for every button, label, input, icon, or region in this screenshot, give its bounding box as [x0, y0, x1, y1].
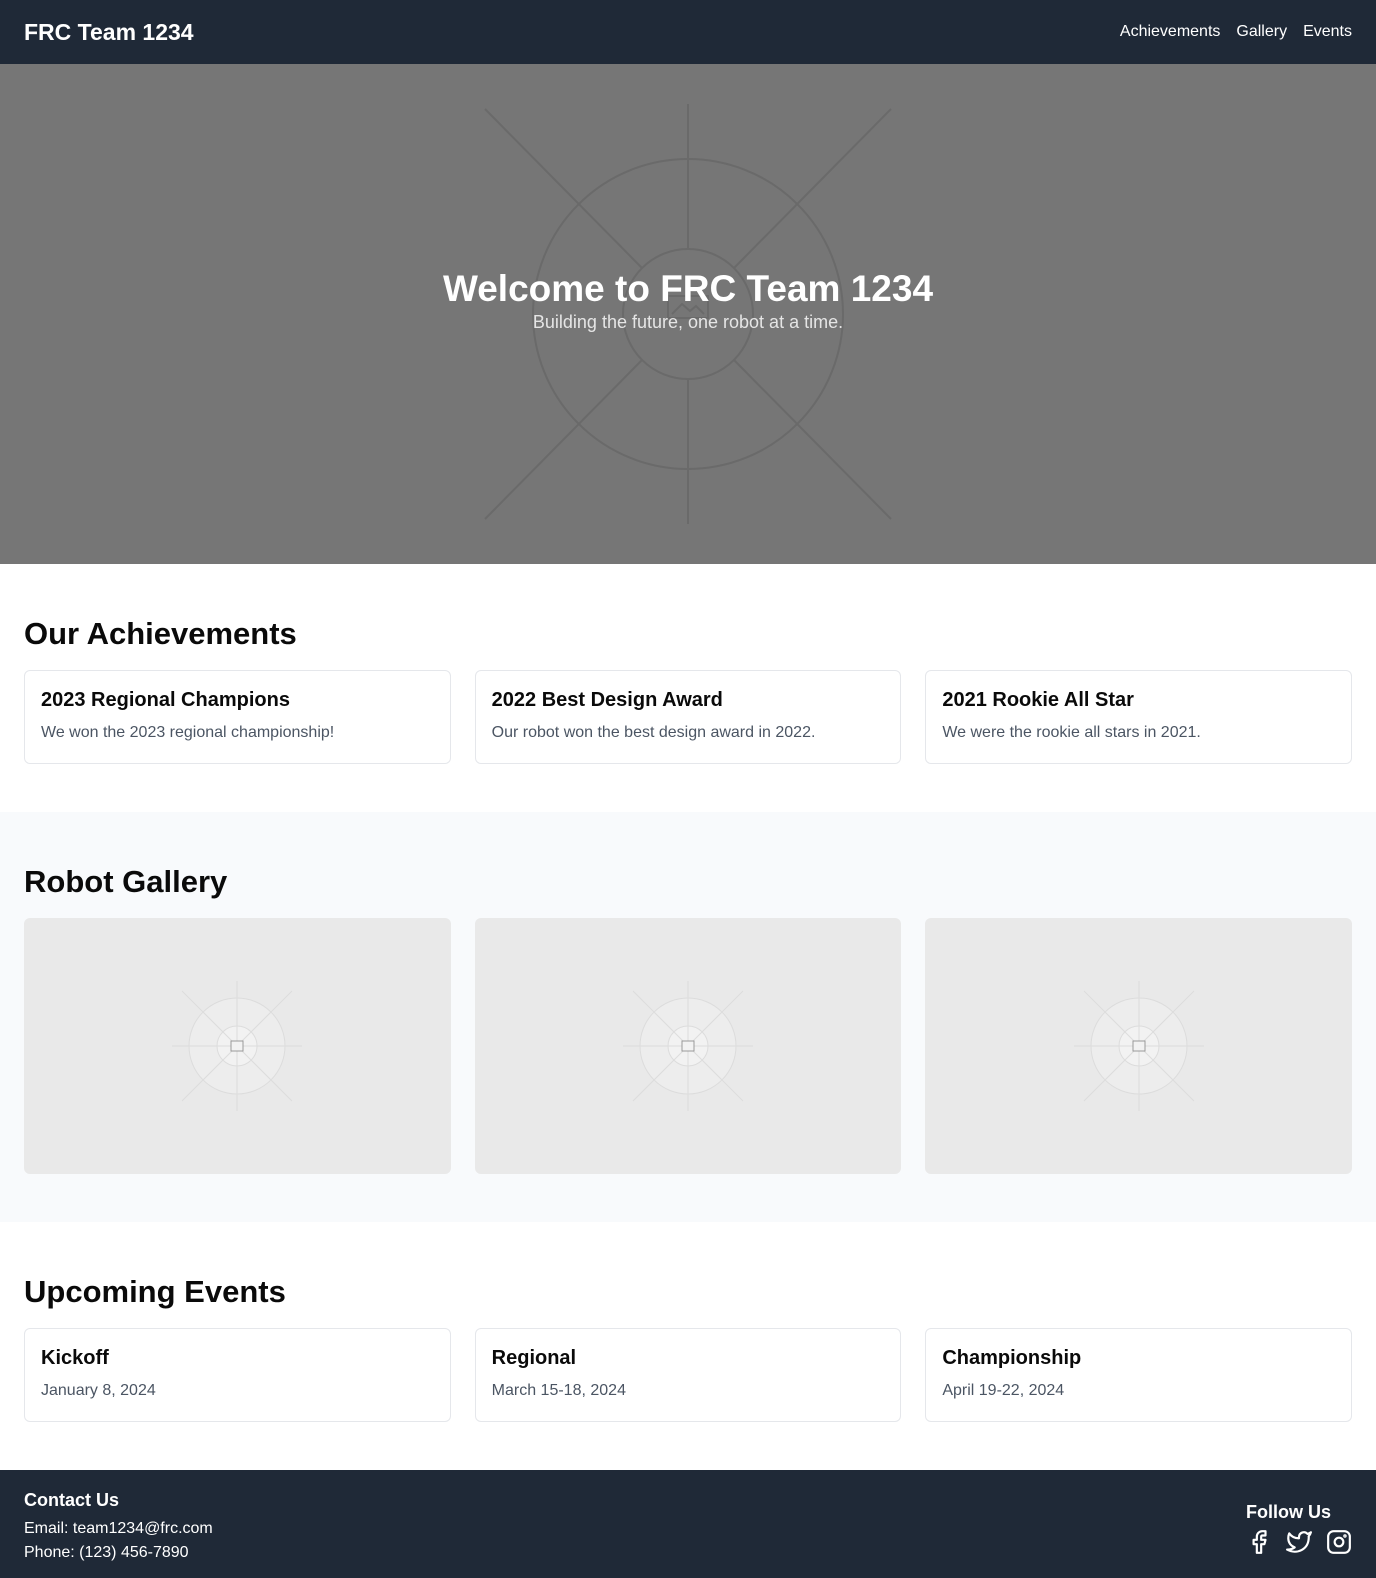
- card-text: We were the rookie all stars in 2021.: [942, 724, 1201, 741]
- event-card: Championship April 19-22, 2024: [925, 1328, 1352, 1422]
- section-heading: Robot Gallery: [24, 864, 228, 899]
- contact-heading: Contact Us: [24, 1490, 120, 1510]
- nav-link-achievements[interactable]: Achievements: [1120, 23, 1221, 41]
- twitter-icon[interactable]: [1286, 1529, 1312, 1555]
- event-date: April 19-22, 2024: [942, 1382, 1065, 1399]
- section-heading: Upcoming Events: [24, 1274, 286, 1309]
- card-text: Our robot won the best design award in 2…: [491, 724, 816, 741]
- event-card: Regional March 15-18, 2024: [474, 1328, 902, 1422]
- achievement-card: 2021 Rookie All Star We were the rookie a…: [925, 670, 1352, 764]
- contact-phone: Phone: (123) 456-7890: [24, 1544, 189, 1561]
- footer: Contact Us Email: team1234@frc.com Phone…: [0, 1470, 1376, 1578]
- card-text: We won the 2023 regional championship!: [41, 724, 335, 741]
- image-placeholder-icon: [1073, 981, 1204, 1111]
- hero-subtitle: Building the future, one robot at a time…: [532, 311, 844, 332]
- card-title: 2022 Best Design Award: [491, 689, 723, 711]
- gallery-image[interactable]: [925, 918, 1352, 1174]
- section-heading: Our Achievements: [24, 616, 297, 651]
- nav-link-gallery[interactable]: Gallery: [1236, 23, 1287, 41]
- events-section: Upcoming Events Kickoff January 8, 2024 R…: [0, 1222, 1376, 1470]
- card-title: 2021 Rookie All Star: [942, 689, 1134, 711]
- hero-banner: Welcome to FRC Team 1234 Building the fu…: [0, 64, 1376, 564]
- hero-title: Welcome to FRC Team 1234: [442, 267, 934, 309]
- event-title: Regional: [491, 1347, 577, 1369]
- nav-link-events[interactable]: Events: [1303, 23, 1352, 41]
- event-card: Kickoff January 8, 2024: [24, 1328, 451, 1422]
- gallery-image[interactable]: [24, 918, 451, 1174]
- event-date: January 8, 2024: [41, 1382, 156, 1399]
- gallery-section: Robot Gallery: [0, 812, 1376, 1222]
- brand-title[interactable]: FRC Team 1234: [24, 19, 194, 46]
- event-title: Kickoff: [41, 1347, 109, 1369]
- event-date: March 15-18, 2024: [491, 1382, 626, 1399]
- facebook-icon[interactable]: [1246, 1529, 1272, 1555]
- instagram-icon[interactable]: [1326, 1529, 1352, 1555]
- top-nav: FRC Team 1234 Achievements Gallery Event…: [0, 0, 1376, 64]
- achievement-card: 2023 Regional Champions We won the 2023 r…: [24, 670, 451, 764]
- image-placeholder-icon: [172, 981, 303, 1111]
- card-title: 2023 Regional Champions: [41, 689, 290, 711]
- gallery-image[interactable]: [474, 918, 902, 1174]
- image-placeholder-icon: [622, 981, 753, 1111]
- event-title: Championship: [942, 1347, 1082, 1369]
- achievements-section: Our Achievements 2023 Regional Champions…: [0, 564, 1376, 812]
- contact-email[interactable]: Email: team1234@frc.com: [24, 1517, 213, 1541]
- achievement-card: 2022 Best Design Award Our robot won the …: [474, 670, 902, 764]
- follow-heading: Follow Us: [1246, 1502, 1331, 1522]
